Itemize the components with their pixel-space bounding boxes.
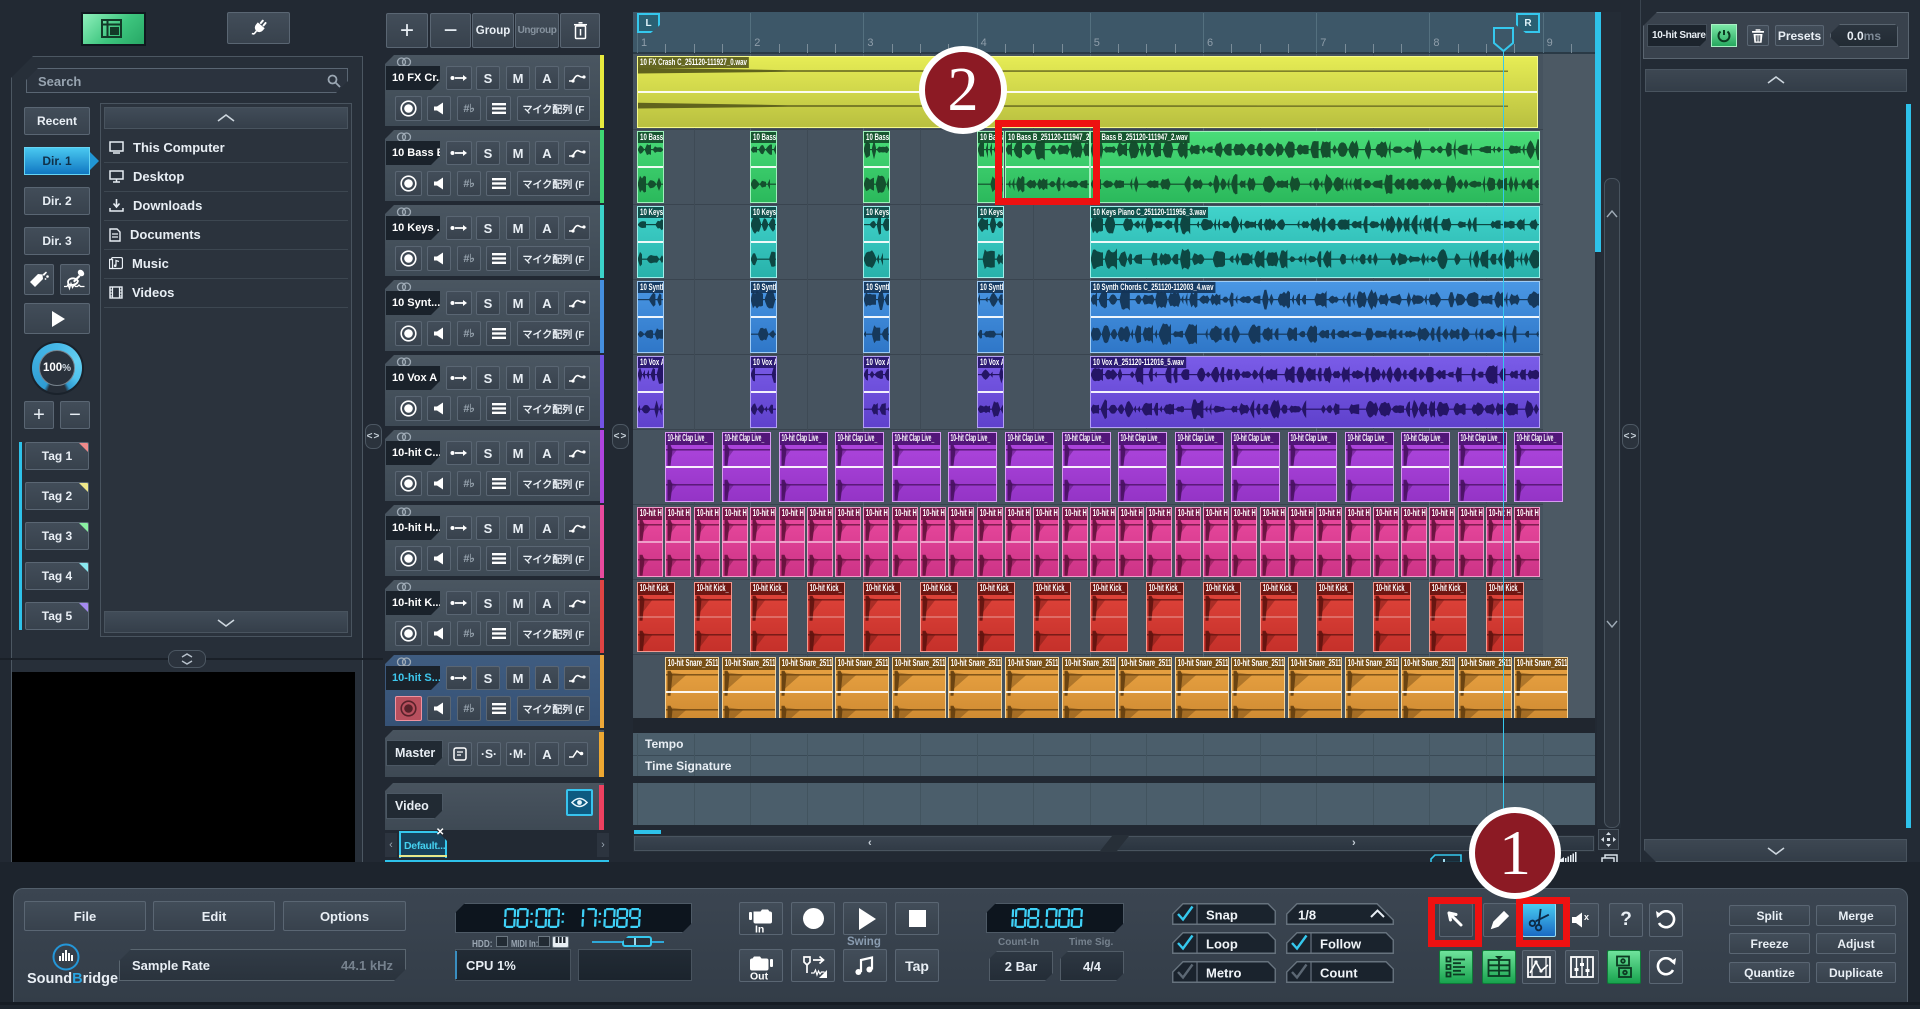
svg-text:Count: Count (1320, 966, 1358, 981)
svg-text:Loop: Loop (1206, 937, 1238, 952)
svg-text:1/8: 1/8 (1298, 908, 1316, 923)
svg-text:Out: Out (750, 970, 769, 980)
svg-text:In: In (755, 923, 764, 933)
svg-text:Snap: Snap (1206, 908, 1238, 923)
svg-text:Metro: Metro (1206, 966, 1241, 981)
svg-text:Follow: Follow (1320, 937, 1362, 952)
svg-text:x: x (1584, 912, 1589, 922)
